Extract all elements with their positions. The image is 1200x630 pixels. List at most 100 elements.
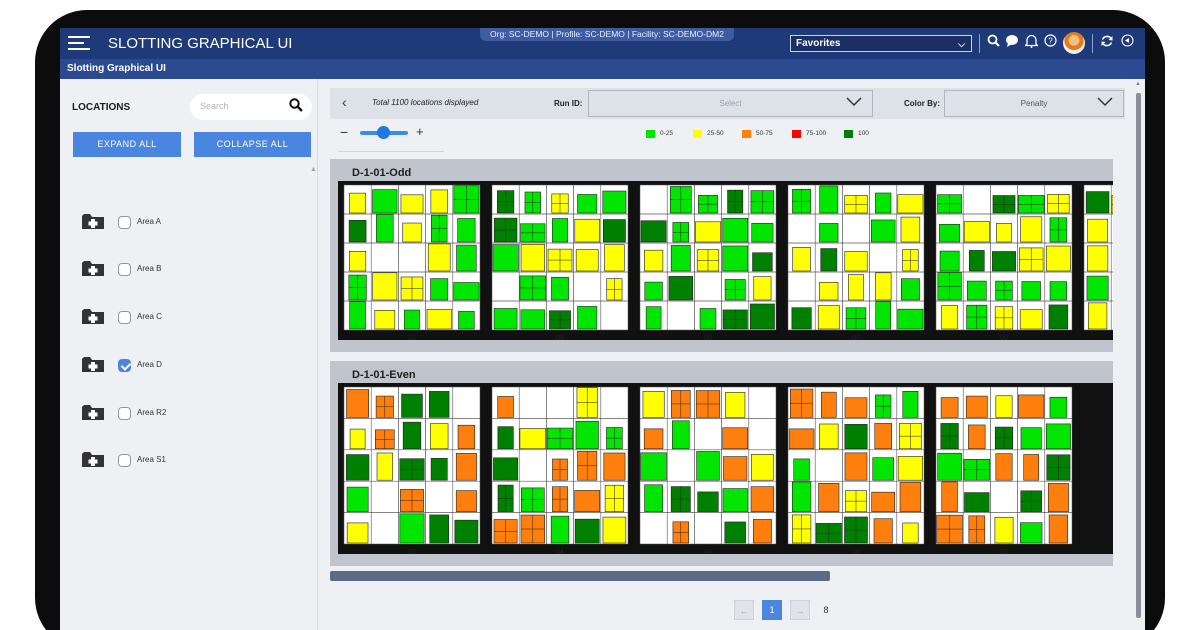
- location-slot[interactable]: [848, 274, 864, 301]
- location-slot[interactable]: [453, 282, 480, 301]
- location-slot[interactable]: [401, 393, 423, 418]
- area-checkbox[interactable]: [118, 407, 131, 420]
- location-slot[interactable]: [788, 428, 815, 450]
- location-slot[interactable]: [642, 390, 665, 418]
- location-slot[interactable]: [644, 249, 664, 272]
- aisle-even-bays[interactable]: 02 04 06 08 10: [330, 361, 1113, 566]
- bell-icon[interactable]: [1022, 34, 1040, 52]
- location-slot[interactable]: [940, 397, 959, 418]
- run-id-select[interactable]: Select: [588, 90, 873, 117]
- location-slot[interactable]: [345, 454, 370, 481]
- location-slot[interactable]: [346, 486, 369, 512]
- prev-page-button[interactable]: ←: [734, 600, 754, 620]
- location-slot[interactable]: [966, 280, 987, 301]
- location-slot[interactable]: [875, 301, 892, 330]
- location-slot[interactable]: [376, 214, 394, 243]
- location-slot[interactable]: [426, 308, 452, 330]
- location-slot[interactable]: [551, 276, 569, 301]
- location-slot[interactable]: [819, 423, 839, 450]
- avatar[interactable]: [1063, 32, 1085, 54]
- location-slot[interactable]: [752, 252, 773, 272]
- refresh-icon[interactable]: [1098, 34, 1116, 52]
- location-slot[interactable]: [640, 452, 667, 481]
- location-slot[interactable]: [751, 454, 774, 481]
- location-slot[interactable]: [575, 420, 599, 450]
- zoom-slider-handle[interactable]: [377, 126, 390, 139]
- location-slot[interactable]: [603, 219, 626, 243]
- location-slot[interactable]: [430, 189, 448, 214]
- location-slot[interactable]: [963, 221, 990, 243]
- location-slot[interactable]: [791, 481, 812, 512]
- location-slot[interactable]: [995, 395, 1013, 418]
- search-icon[interactable]: [289, 98, 303, 112]
- location-slot[interactable]: [1018, 394, 1045, 418]
- folder-plus-icon[interactable]: [82, 261, 104, 277]
- area-checkbox[interactable]: [118, 454, 131, 467]
- location-slot[interactable]: [964, 492, 990, 512]
- location-slot[interactable]: [753, 276, 772, 301]
- location-slot[interactable]: [458, 311, 475, 330]
- scroll-up-arrow[interactable]: ▲: [1135, 81, 1141, 87]
- location-slot[interactable]: [493, 457, 519, 481]
- folder-plus-icon[interactable]: [82, 452, 104, 468]
- area-checkbox[interactable]: [118, 311, 131, 324]
- location-slot[interactable]: [550, 515, 570, 544]
- location-slot[interactable]: [604, 244, 625, 272]
- location-slot[interactable]: [793, 458, 810, 481]
- location-slot[interactable]: [519, 428, 546, 450]
- location-slot[interactable]: [574, 518, 600, 544]
- location-slot[interactable]: [752, 519, 772, 544]
- location-slot[interactable]: [668, 276, 694, 301]
- location-slot[interactable]: [899, 482, 922, 512]
- location-slot[interactable]: [792, 247, 811, 272]
- location-slot[interactable]: [349, 301, 366, 330]
- location-slot[interactable]: [1023, 454, 1040, 481]
- location-slot[interactable]: [722, 218, 748, 243]
- location-slot[interactable]: [493, 308, 518, 330]
- folder-plus-icon[interactable]: [82, 357, 104, 373]
- vertical-scrollbar[interactable]: [1136, 93, 1141, 618]
- location-slot[interactable]: [992, 251, 1016, 272]
- location-slot[interactable]: [724, 521, 746, 544]
- back-chevron-icon[interactable]: ‹: [342, 94, 347, 110]
- location-slot[interactable]: [994, 516, 1014, 544]
- location-slot[interactable]: [575, 249, 599, 272]
- location-slot[interactable]: [1047, 483, 1069, 512]
- location-slot[interactable]: [574, 218, 600, 243]
- location-slot[interactable]: [941, 481, 958, 512]
- location-slot[interactable]: [346, 522, 369, 544]
- location-slot[interactable]: [725, 392, 746, 418]
- collapse-all-button[interactable]: COLLAPSE ALL: [194, 132, 311, 157]
- help-icon[interactable]: ?: [1041, 34, 1059, 52]
- location-slot[interactable]: [577, 306, 598, 330]
- location-slot[interactable]: [902, 522, 919, 544]
- horizontal-scrollbar[interactable]: [330, 571, 830, 581]
- location-slot[interactable]: [402, 421, 422, 450]
- location-slot[interactable]: [574, 490, 601, 512]
- location-slot[interactable]: [1046, 245, 1071, 272]
- location-slot[interactable]: [871, 491, 896, 512]
- location-slot[interactable]: [492, 244, 519, 272]
- location-slot[interactable]: [497, 426, 514, 450]
- location-slot[interactable]: [900, 216, 921, 243]
- location-slot[interactable]: [820, 391, 837, 418]
- location-slot[interactable]: [644, 281, 663, 301]
- location-slot[interactable]: [902, 391, 919, 418]
- location-slot[interactable]: [1049, 281, 1068, 301]
- location-slot[interactable]: [1020, 522, 1043, 544]
- location-slot[interactable]: [454, 519, 479, 544]
- expand-all-button[interactable]: EXPAND ALL: [73, 132, 181, 157]
- location-slot[interactable]: [348, 220, 367, 243]
- location-slot[interactable]: [577, 194, 598, 214]
- location-slot[interactable]: [429, 514, 449, 544]
- search-input[interactable]: Search: [190, 94, 312, 120]
- location-slot[interactable]: [399, 513, 425, 544]
- location-slot[interactable]: [430, 278, 449, 301]
- current-page[interactable]: 1: [762, 600, 782, 620]
- location-slot[interactable]: [455, 490, 477, 512]
- location-slot[interactable]: [751, 222, 774, 243]
- menu-icon[interactable]: [68, 36, 90, 51]
- location-slot[interactable]: [939, 250, 960, 272]
- location-slot[interactable]: [457, 424, 476, 450]
- location-slot[interactable]: [968, 424, 986, 450]
